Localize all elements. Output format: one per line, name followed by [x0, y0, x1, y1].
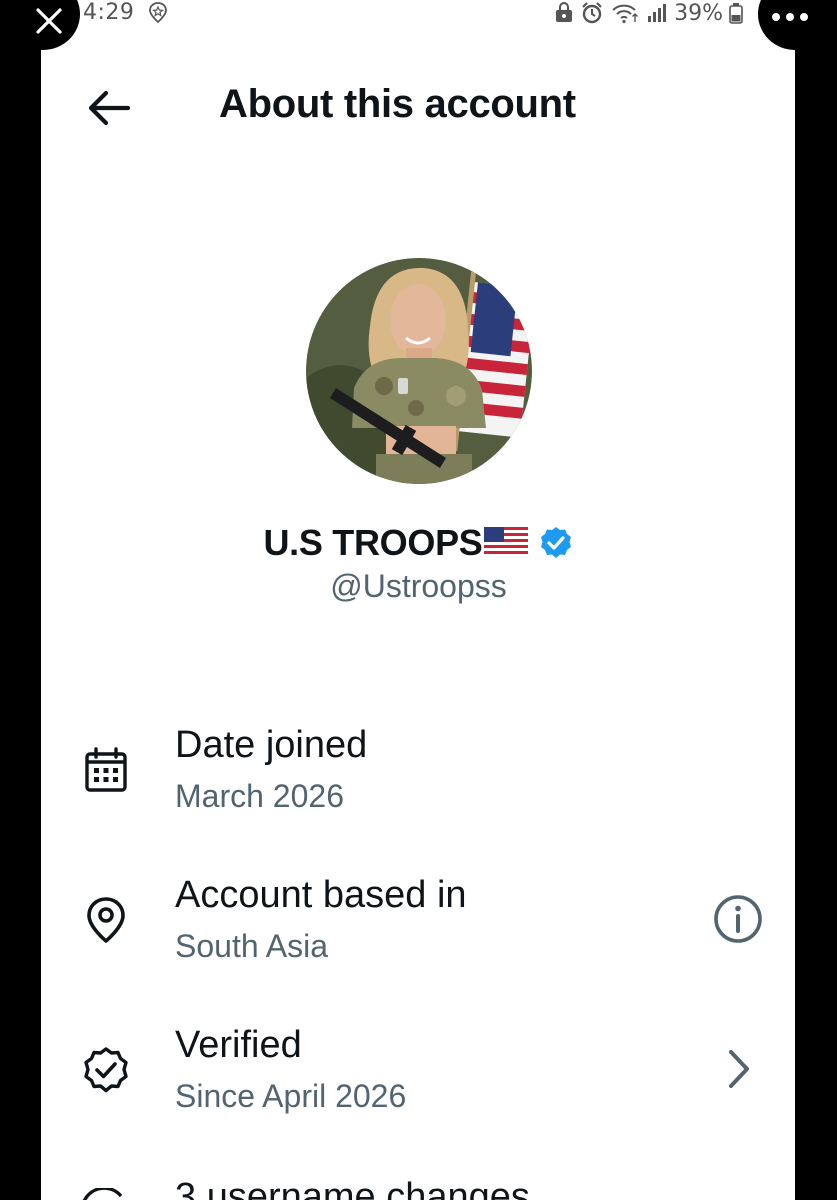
verified-badge-icon	[540, 527, 571, 558]
profile-handle: @Ustroopss	[330, 568, 507, 604]
calendar-icon	[85, 747, 127, 792]
back-button[interactable]	[84, 84, 134, 132]
close-icon	[36, 8, 62, 34]
profile-display-name: U.S TROOPS	[0, 522, 837, 564]
page-title: About this account	[219, 82, 576, 126]
status-bar: 4:29 39%	[41, 0, 795, 26]
date-joined-label: Date joined	[175, 724, 368, 766]
account-based-label: Account based in	[175, 874, 467, 916]
back-arrow-icon	[88, 90, 131, 126]
verified-label: Verified	[175, 1024, 302, 1066]
us-flag-icon	[483, 527, 528, 555]
status-time: 4:29	[83, 0, 135, 25]
alarm-icon	[582, 2, 602, 24]
row-verified[interactable]: Verified Since April 2026	[41, 1018, 795, 1148]
status-icons: 39%	[554, 0, 743, 26]
us-flag-emoji	[483, 522, 528, 564]
battery-percent: 39%	[674, 0, 723, 26]
display-name-text: U.S TROOPS	[263, 522, 483, 563]
signal-icon	[648, 4, 667, 22]
row-date-joined: Date joined March 2026	[41, 718, 795, 848]
verified-value: Since April 2026	[175, 1078, 407, 1114]
chevron-right-icon	[729, 1050, 749, 1088]
row-account-based-in: Account based in South Asia	[41, 868, 795, 998]
account-based-value: South Asia	[175, 928, 328, 964]
location-pin-icon	[87, 897, 125, 943]
wifi-icon	[612, 4, 639, 24]
battery-icon	[729, 3, 743, 24]
username-changes-label: 3 username changes	[175, 1176, 530, 1200]
avatar-image	[306, 258, 532, 484]
info-icon[interactable]	[711, 892, 765, 946]
lock-status-icon	[556, 2, 573, 22]
location-status-icon	[149, 2, 167, 24]
profile-avatar[interactable]	[306, 258, 532, 484]
more-dots-icon	[772, 13, 808, 21]
date-joined-value: March 2026	[175, 778, 344, 814]
row-username-changes[interactable]: 3 username changes	[41, 1168, 795, 1200]
verified-badge-outline-icon	[84, 1047, 128, 1093]
at-sign-icon	[82, 1188, 123, 1200]
